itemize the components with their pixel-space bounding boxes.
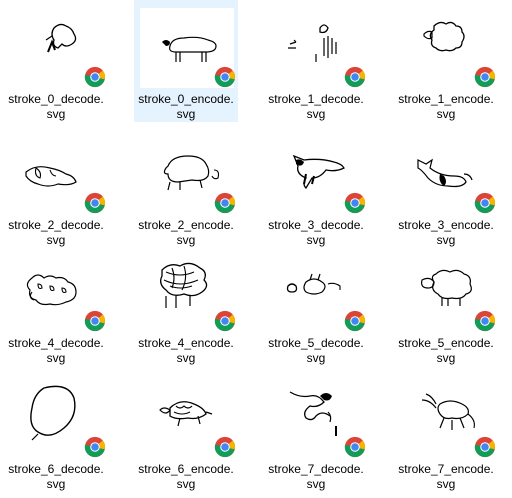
file-item[interactable]: stroke_1_encode. svg: [394, 0, 498, 122]
file-name-label: stroke_5_encode. svg: [394, 336, 498, 366]
file-name-label: stroke_4_encode. svg: [134, 336, 238, 366]
file-name-label: stroke_6_encode. svg: [134, 462, 238, 492]
file-name-label: stroke_7_decode. svg: [264, 462, 368, 492]
chrome-icon: [344, 192, 366, 214]
file-name: stroke_6_encode.: [138, 462, 234, 476]
file-extension: svg: [46, 351, 66, 365]
file-name: stroke_3_decode.: [268, 218, 364, 232]
file-name-label: stroke_5_decode. svg: [264, 336, 368, 366]
chrome-icon: [84, 436, 106, 458]
file-item[interactable]: stroke_0_encode. svg: [134, 0, 238, 122]
file-name-label: stroke_7_encode. svg: [394, 462, 498, 492]
file-name: stroke_0_encode.: [138, 92, 234, 106]
chrome-icon: [214, 310, 236, 332]
file-item[interactable]: stroke_3_decode. svg: [264, 126, 368, 248]
file-name: stroke_1_decode.: [268, 92, 364, 106]
file-item[interactable]: stroke_4_decode. svg: [4, 244, 108, 366]
chrome-icon: [214, 436, 236, 458]
file-extension: svg: [436, 477, 456, 491]
file-name: stroke_7_encode.: [398, 462, 494, 476]
chrome-icon: [474, 192, 496, 214]
file-name: stroke_4_decode.: [8, 336, 104, 350]
chrome-icon: [84, 310, 106, 332]
file-item[interactable]: stroke_0_decode. svg: [4, 0, 108, 122]
chrome-icon: [474, 66, 496, 88]
file-name-label: stroke_1_encode. svg: [394, 92, 498, 122]
file-name: stroke_6_decode.: [8, 462, 104, 476]
file-item[interactable]: stroke_6_encode. svg: [134, 370, 238, 492]
file-grid: stroke_0_decode. svg stroke_0_encode. svg st…: [0, 0, 512, 498]
chrome-icon: [214, 192, 236, 214]
file-extension: svg: [176, 477, 196, 491]
file-name: stroke_5_decode.: [268, 336, 364, 350]
file-name-label: stroke_4_decode. svg: [4, 336, 108, 366]
file-item[interactable]: stroke_7_encode. svg: [394, 370, 498, 492]
file-name: stroke_3_encode.: [398, 218, 494, 232]
file-extension: svg: [176, 351, 196, 365]
file-item[interactable]: stroke_1_decode. svg: [264, 0, 368, 122]
file-name: stroke_0_decode.: [8, 92, 104, 106]
file-name: stroke_2_encode.: [138, 218, 234, 232]
file-item[interactable]: stroke_5_decode. svg: [264, 244, 368, 366]
file-name-label: stroke_6_decode. svg: [4, 462, 108, 492]
chrome-icon: [344, 436, 366, 458]
file-name: stroke_2_decode.: [8, 218, 104, 232]
chrome-icon: [84, 192, 106, 214]
chrome-icon: [344, 66, 366, 88]
chrome-icon: [84, 66, 106, 88]
file-item[interactable]: stroke_2_decode. svg: [4, 126, 108, 248]
chrome-icon: [474, 310, 496, 332]
file-extension: svg: [436, 107, 456, 121]
file-item[interactable]: stroke_3_encode. svg: [394, 126, 498, 248]
file-name-label: stroke_0_encode. svg: [134, 92, 238, 122]
file-extension: svg: [46, 477, 66, 491]
file-item[interactable]: stroke_4_encode. svg: [134, 244, 238, 366]
file-item[interactable]: stroke_5_encode. svg: [394, 244, 498, 366]
file-name: stroke_5_encode.: [398, 336, 494, 350]
file-extension: svg: [306, 351, 326, 365]
chrome-icon: [474, 436, 496, 458]
file-item[interactable]: stroke_7_decode. svg: [264, 370, 368, 492]
chrome-icon: [214, 66, 236, 88]
file-name-label: stroke_1_decode. svg: [264, 92, 368, 122]
file-extension: svg: [306, 107, 326, 121]
file-name: stroke_4_encode.: [138, 336, 234, 350]
file-name: stroke_1_encode.: [398, 92, 494, 106]
file-item[interactable]: stroke_6_decode. svg: [4, 370, 108, 492]
file-extension: svg: [176, 107, 196, 121]
file-name: stroke_7_decode.: [268, 462, 364, 476]
file-extension: svg: [306, 477, 326, 491]
chrome-icon: [344, 310, 366, 332]
file-extension: svg: [436, 351, 456, 365]
file-name-label: stroke_0_decode. svg: [4, 92, 108, 122]
file-item[interactable]: stroke_2_encode. svg: [134, 126, 238, 248]
file-extension: svg: [46, 107, 66, 121]
